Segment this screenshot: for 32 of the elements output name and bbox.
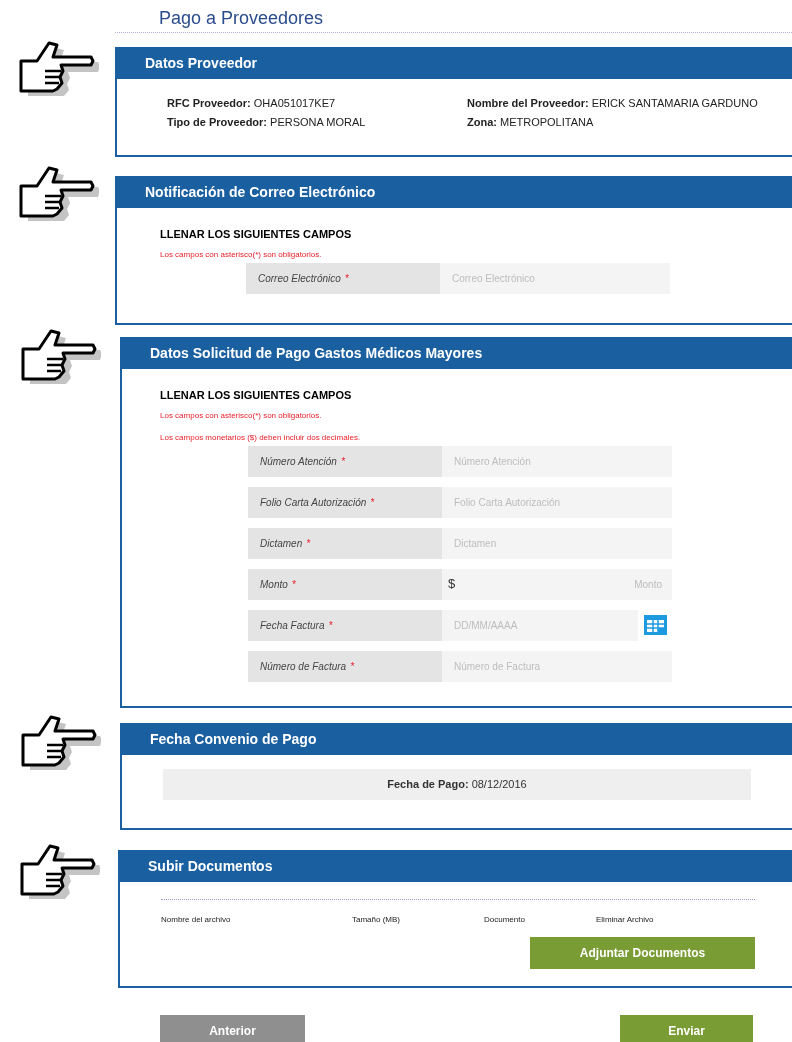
- payment-date: Fecha de Pago: 08/12/2016: [163, 769, 751, 800]
- form-heading: LLENAR LOS SIGUIENTES CAMPOS: [160, 388, 353, 403]
- required-note: Los campos con asterisco(*) son obligatorios.: [160, 248, 323, 261]
- section-header: Datos Proveedor: [117, 47, 792, 79]
- provider-info: RFC Proveedor: OHA051017KE7: [167, 96, 337, 111]
- section-header: Datos Solicitud de Pago Gastos Médicos Mayores: [122, 337, 792, 369]
- submit-button[interactable]: Enviar: [620, 1015, 753, 1042]
- field-label: Folio Carta Autorización *: [248, 486, 442, 518]
- field-label: Monto *: [248, 568, 442, 600]
- required-note: Los campos monetarios ($) deben incluir dos decimales.: [160, 431, 362, 444]
- column-header: Nombre del archivo: [161, 915, 231, 924]
- section-header: Subir Documentos: [120, 850, 792, 882]
- section-header: Fecha Convenio de Pago: [122, 723, 792, 755]
- back-button[interactable]: Anterior: [160, 1015, 305, 1042]
- field-label: Número Atención *: [248, 445, 442, 477]
- field-label: Fecha Factura *: [248, 609, 442, 641]
- provider-info: Nombre del Proveedor: ERICK SANTAMARIA GARDUNO: [467, 96, 759, 111]
- attach-documents-button[interactable]: Adjuntar Documentos: [530, 937, 755, 969]
- provider-info: Zona: METROPOLITANA: [467, 114, 595, 130]
- field-label: Dictamen *: [248, 527, 442, 559]
- calendar-icon[interactable]: [644, 615, 667, 635]
- field-label: Número de Factura *: [248, 650, 442, 682]
- form-heading: LLENAR LOS SIGUIENTES CAMPOS: [160, 227, 353, 242]
- provider-info: Tipo de Proveedor: PERSONA MORAL: [167, 114, 367, 130]
- currency-symbol: $: [442, 568, 464, 600]
- column-header: Eliminar Archivo: [596, 915, 654, 924]
- column-header: Tamaño (MB): [352, 915, 400, 924]
- page-title: Pago a Proveedores: [158, 7, 325, 30]
- required-note: Los campos con asterisco(*) son obligatorios.: [160, 409, 323, 422]
- column-header: Documento: [484, 915, 525, 924]
- field-label: Correo Electrónico *: [246, 262, 440, 294]
- section-header: Notificación de Correo Electrónico: [117, 176, 792, 208]
